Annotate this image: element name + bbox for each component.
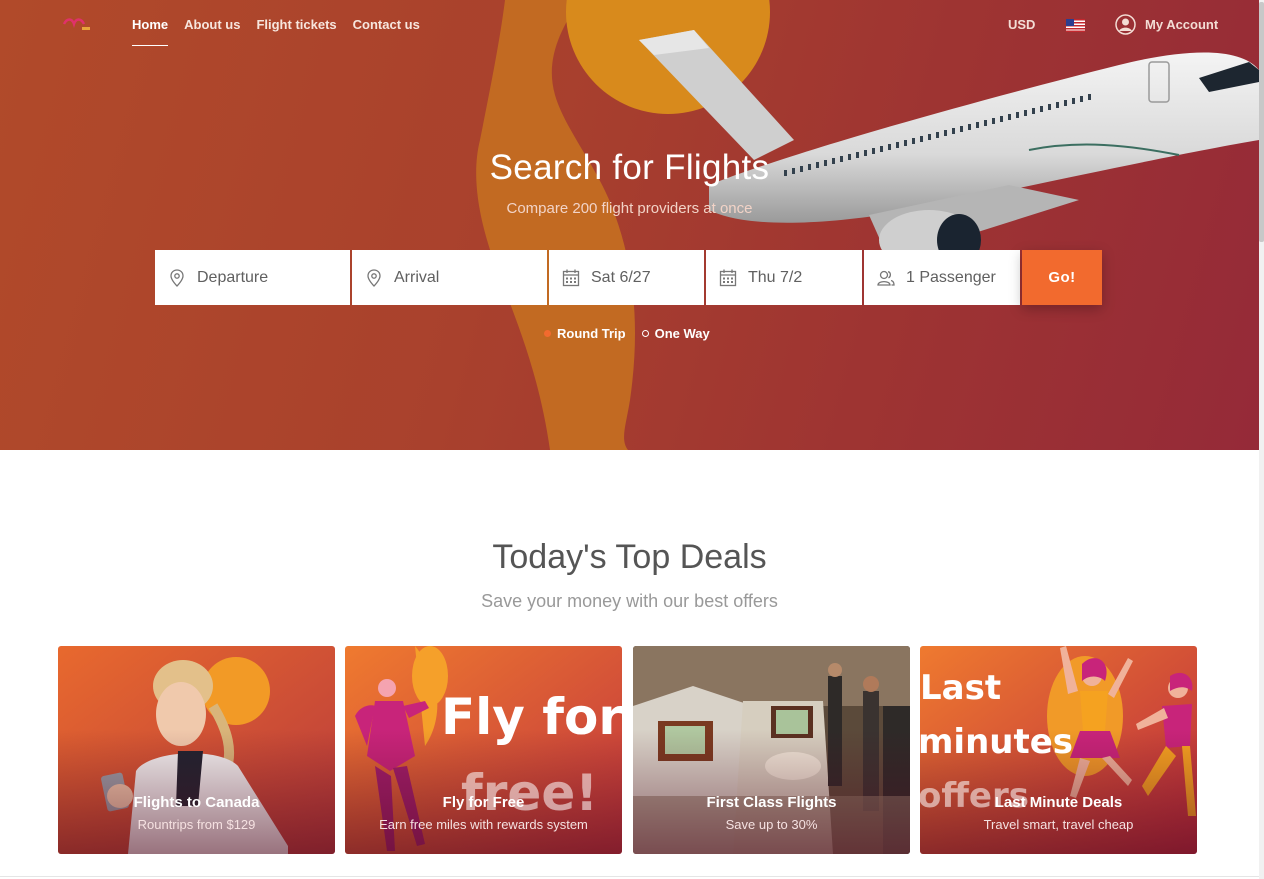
calendar-icon — [719, 269, 737, 286]
fly-for-text: Fly for — [441, 688, 622, 746]
depart-date-value: Sat 6/27 — [591, 268, 651, 286]
page: Home About us Flight tickets Contact us … — [0, 0, 1264, 879]
location-pin-icon — [170, 268, 184, 287]
search-go-button[interactable]: Go! — [1022, 250, 1102, 305]
departure-field[interactable]: Departure — [155, 250, 350, 305]
deals-title: Today's Top Deals — [492, 538, 767, 576]
minutes-text: minutes — [920, 722, 1074, 762]
hero-section — [0, 0, 1259, 450]
my-account-label: My Account — [1145, 17, 1219, 32]
deal-card-subtitle: Earn free miles with rewards system — [379, 817, 588, 832]
passenger-field[interactable]: 1 Passenger — [864, 250, 1020, 305]
location-pin-icon — [367, 268, 381, 287]
deal-card-subtitle: Travel smart, travel cheap — [983, 817, 1134, 832]
trip-type-selector: Round Trip One Way — [544, 326, 726, 341]
nav-flight-tickets-link[interactable]: Flight tickets — [256, 17, 336, 46]
top-navigation: Home About us Flight tickets Contact us … — [0, 0, 1259, 52]
deal-card-title: Flights to Canada — [133, 794, 260, 811]
depart-date-field[interactable]: Sat 6/27 — [549, 250, 704, 305]
one-way-option[interactable]: One Way — [641, 326, 710, 341]
arrival-placeholder: Arrival — [394, 268, 440, 286]
free-text: free! — [461, 764, 599, 822]
section-divider — [0, 876, 1259, 877]
us-flag-icon[interactable] — [1066, 19, 1085, 32]
brand-logo[interactable] — [62, 16, 92, 34]
deal-card-subtitle: Save up to 30% — [725, 817, 818, 832]
round-trip-label: Round Trip — [557, 326, 626, 341]
radio-unselected-icon — [641, 330, 649, 337]
nav-about-link[interactable]: About us — [184, 17, 240, 46]
user-icon — [1115, 14, 1136, 35]
hero-title: Search for Flights — [489, 148, 770, 187]
arrival-field[interactable]: Arrival — [352, 250, 547, 305]
deals-subtitle: Save your money with our best offers — [481, 591, 778, 611]
one-way-label: One Way — [654, 326, 710, 341]
deal-card-title: Fly for Free — [442, 794, 525, 811]
return-date-field[interactable]: Thu 7/2 — [706, 250, 862, 305]
deal-card-title: Last Minute Deals — [994, 794, 1123, 811]
round-trip-option[interactable]: Round Trip — [544, 326, 626, 341]
nav-links: Home About us Flight tickets Contact us — [132, 17, 436, 46]
scrollbar-thumb[interactable] — [1259, 2, 1264, 242]
nav-contact-link[interactable]: Contact us — [353, 17, 420, 46]
hero-subtitle: Compare 200 flight providers at once — [506, 200, 753, 217]
nav-home-link[interactable]: Home — [132, 17, 169, 46]
deal-card-subtitle: Rountrips from $129 — [137, 817, 256, 832]
calendar-icon — [562, 269, 580, 286]
deal-card-fly-free[interactable]: Fly for free! Fly for Free Earn free mil… — [345, 646, 622, 854]
last-text: Last — [920, 668, 1002, 708]
page-scrollbar[interactable] — [1259, 0, 1264, 879]
passengers-icon — [877, 270, 895, 286]
passenger-value: 1 Passenger — [906, 268, 996, 286]
currency-selector[interactable]: USD — [1008, 17, 1035, 32]
return-date-value: Thu 7/2 — [748, 268, 803, 286]
deal-card-first-class[interactable]: First Class Flights Save up to 30% — [633, 646, 910, 854]
flight-search-form: Departure Arrival Sat 6/27 Thu 7/2 1 Pas… — [155, 250, 1102, 305]
deal-card-title: First Class Flights — [706, 794, 837, 811]
radio-selected-icon — [544, 330, 551, 337]
departure-placeholder: Departure — [197, 268, 269, 286]
my-account-button[interactable]: My Account — [1115, 14, 1218, 35]
deal-card-canada[interactable]: Flights to Canada Rountrips from $129 — [58, 646, 335, 854]
deal-card-last-minute[interactable]: Last minutes offers Last Minute Deals Tr… — [920, 646, 1197, 854]
